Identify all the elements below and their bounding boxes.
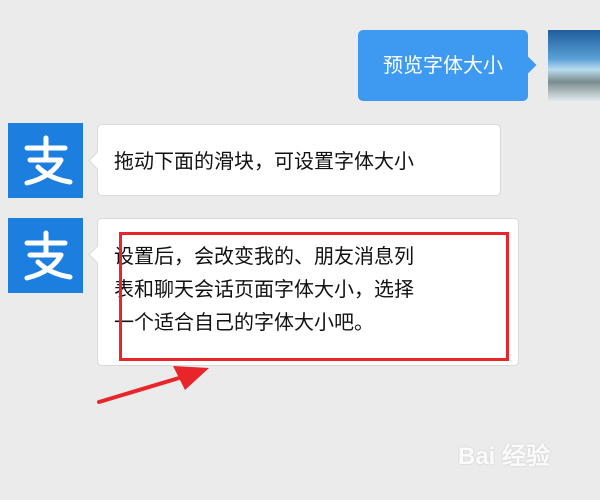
annotation-highlight-box <box>119 232 509 361</box>
incoming-message-text: 拖动下面的滑块，可设置字体大小 <box>114 149 414 173</box>
outgoing-message-bubble: 预览字体大小 <box>358 30 528 101</box>
annotation-arrow-icon <box>97 366 209 404</box>
outgoing-message-text: 预览字体大小 <box>383 53 503 77</box>
alipay-avatar[interactable] <box>8 123 83 198</box>
alipay-avatar[interactable] <box>8 218 83 293</box>
alipay-logo-icon <box>24 135 72 185</box>
baidu-watermark: Bai 经验 <box>458 436 550 471</box>
incoming-message-bubble: 拖动下面的滑块，可设置字体大小 <box>97 124 501 196</box>
watermark-text: Bai 经验 <box>458 443 551 470</box>
alipay-logo-icon <box>24 230 72 280</box>
user-avatar[interactable] <box>548 30 600 102</box>
